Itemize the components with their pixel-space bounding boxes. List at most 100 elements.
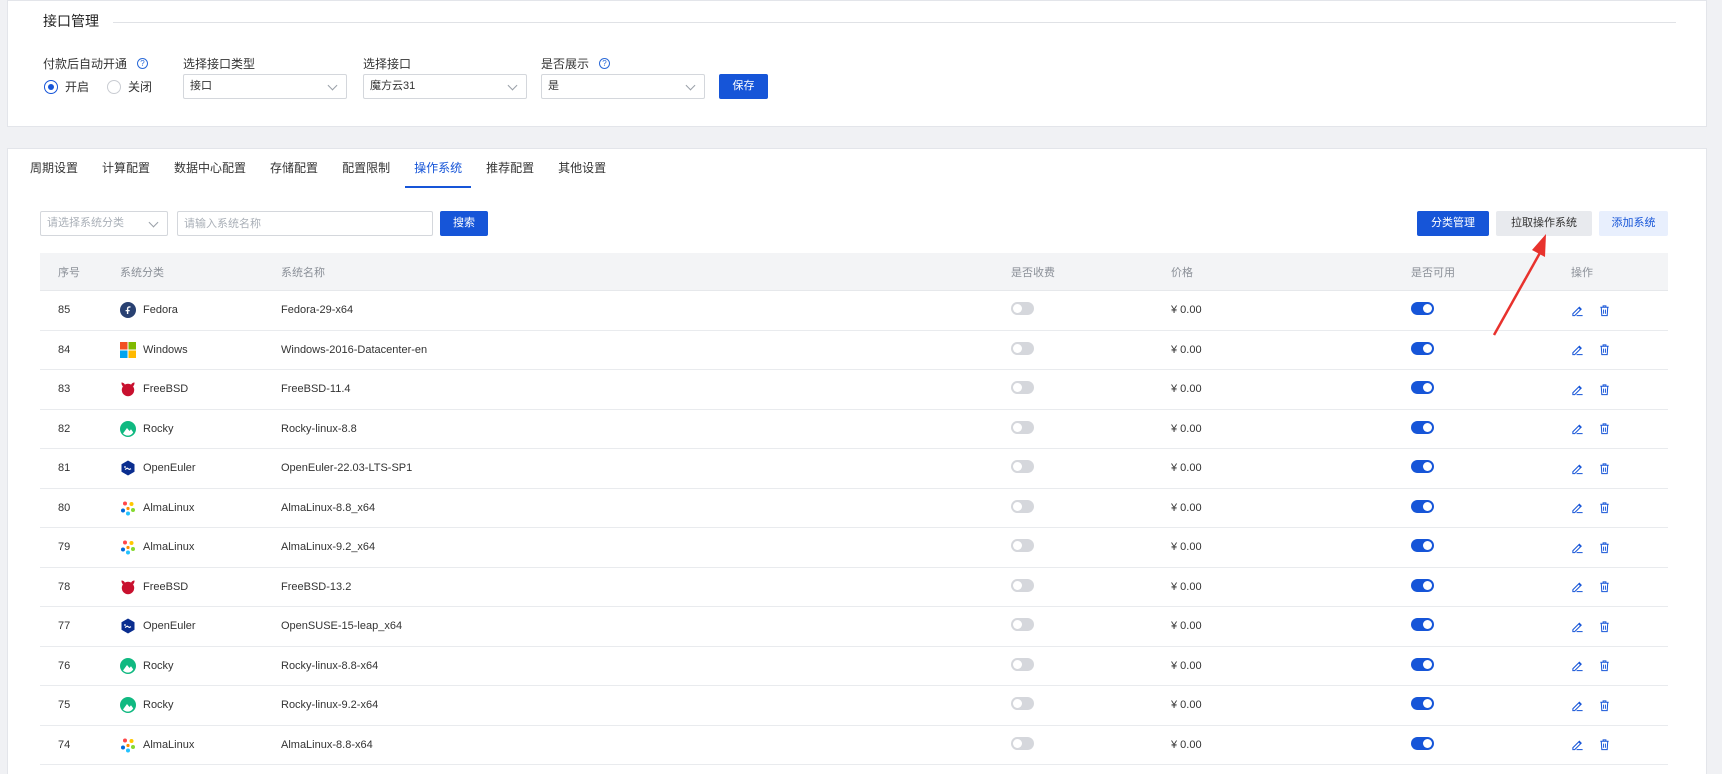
charge-toggle[interactable] [1011, 499, 1034, 513]
row-category: FreeBSD [120, 381, 281, 397]
delete-icon[interactable] [1598, 343, 1611, 356]
charge-toggle[interactable] [1011, 460, 1034, 474]
os-name-search-input[interactable] [177, 211, 433, 236]
delete-icon[interactable] [1598, 383, 1611, 396]
add-os-button[interactable]: 添加系统 [1599, 211, 1668, 236]
available-toggle[interactable] [1411, 657, 1434, 671]
help-icon[interactable]: ? [137, 58, 149, 69]
row-category: OpenEuler [120, 460, 281, 476]
pull-os-button[interactable]: 拉取操作系统 [1496, 211, 1592, 236]
radio-disable[interactable]: 关闭 [107, 78, 152, 95]
delete-icon[interactable] [1598, 580, 1611, 593]
charge-toggle[interactable] [1011, 578, 1034, 592]
edit-icon[interactable] [1571, 699, 1584, 712]
row-actions [1571, 422, 1668, 435]
available-toggle[interactable] [1411, 341, 1434, 355]
save-button[interactable]: 保存 [719, 74, 768, 99]
charge-toggle[interactable] [1011, 302, 1034, 316]
row-category: AlmaLinux [120, 737, 281, 753]
available-toggle[interactable] [1411, 381, 1434, 395]
edit-icon[interactable] [1571, 462, 1584, 475]
delete-icon[interactable] [1598, 501, 1611, 514]
table-row: 75 Rocky Rocky-linux-9.2-x64 ¥ 0.00 [40, 686, 1668, 726]
available-toggle[interactable] [1411, 460, 1434, 474]
row-charge-cell [1011, 302, 1171, 318]
row-id: 76 [58, 659, 71, 672]
row-id: 78 [58, 580, 71, 593]
tab-datacenter[interactable]: 数据中心配置 [165, 149, 255, 187]
row-charge-cell [1011, 578, 1171, 595]
charge-toggle[interactable] [1011, 736, 1034, 750]
available-toggle[interactable] [1411, 697, 1434, 711]
row-available-cell [1411, 539, 1571, 555]
row-charge-cell [1011, 499, 1171, 516]
edit-icon[interactable] [1571, 304, 1584, 317]
delete-icon[interactable] [1598, 620, 1611, 633]
edit-icon[interactable] [1571, 343, 1584, 356]
chevron-down-icon [685, 80, 696, 91]
delete-icon[interactable] [1598, 699, 1611, 712]
delete-icon[interactable] [1598, 422, 1611, 435]
edit-icon[interactable] [1571, 738, 1584, 751]
edit-icon[interactable] [1571, 501, 1584, 514]
available-toggle[interactable] [1411, 736, 1434, 750]
search-button[interactable]: 搜索 [440, 211, 488, 236]
rocky-icon [120, 420, 136, 437]
available-toggle[interactable] [1411, 499, 1434, 513]
available-toggle[interactable] [1411, 420, 1434, 434]
row-available-cell [1411, 499, 1571, 516]
row-id: 79 [58, 541, 71, 554]
charge-toggle[interactable] [1011, 381, 1034, 395]
edit-icon[interactable] [1571, 659, 1584, 672]
row-id: 81 [58, 462, 71, 475]
tab-storage[interactable]: 存储配置 [261, 149, 327, 187]
os-category-select[interactable]: 请选择系统分类 [40, 211, 168, 236]
category-manage-button[interactable]: 分类管理 [1417, 211, 1489, 236]
delete-icon[interactable] [1598, 738, 1611, 751]
display-select[interactable]: 是 [541, 74, 705, 99]
row-actions [1571, 738, 1668, 751]
available-toggle[interactable] [1411, 302, 1434, 316]
tab-os[interactable]: 操作系统 [405, 149, 472, 188]
delete-icon[interactable] [1598, 541, 1611, 554]
row-actions [1571, 620, 1668, 633]
available-toggle[interactable] [1411, 618, 1434, 632]
edit-icon[interactable] [1571, 422, 1584, 435]
help-icon[interactable]: ? [599, 58, 611, 69]
tab-cycle[interactable]: 周期设置 [21, 149, 87, 187]
tab-recommended[interactable]: 推荐配置 [477, 149, 543, 187]
tab-other[interactable]: 其他设置 [549, 149, 615, 187]
header-available: 是否可用 [1411, 266, 1455, 279]
delete-icon[interactable] [1598, 659, 1611, 672]
table-row: 74 AlmaLinux AlmaLinux-8.8-x64 ¥ 0.00 [40, 726, 1668, 765]
available-toggle[interactable] [1411, 578, 1434, 592]
charge-toggle[interactable] [1011, 341, 1034, 355]
edit-icon[interactable] [1571, 620, 1584, 633]
delete-icon[interactable] [1598, 462, 1611, 475]
row-category-label: FreeBSD [143, 383, 189, 396]
charge-toggle[interactable] [1011, 618, 1034, 632]
interface-type-select[interactable]: 接口 [183, 74, 347, 99]
config-panel: 周期设置 计算配置 数据中心配置 存储配置 配置限制 操作系统 推荐配置 其他设… [7, 148, 1707, 774]
row-category: FreeBSD [120, 579, 281, 595]
edit-icon[interactable] [1571, 541, 1584, 554]
charge-toggle[interactable] [1011, 539, 1034, 553]
interface-select[interactable]: 魔方云31 [363, 74, 527, 99]
row-available-cell [1411, 302, 1571, 318]
available-toggle[interactable] [1411, 539, 1434, 553]
row-actions [1571, 304, 1668, 317]
table-row: 83 FreeBSD FreeBSD-11.4 ¥ 0.00 [40, 370, 1668, 410]
row-os-name: Rocky-linux-8.8 [281, 422, 357, 435]
header-category: 系统分类 [120, 266, 164, 279]
edit-icon[interactable] [1571, 383, 1584, 396]
charge-toggle[interactable] [1011, 420, 1034, 434]
freebsd-icon [120, 381, 136, 397]
radio-enable[interactable]: 开启 [44, 78, 89, 95]
tab-compute[interactable]: 计算配置 [93, 149, 159, 187]
charge-toggle[interactable] [1011, 697, 1034, 711]
row-available-cell [1411, 697, 1571, 713]
charge-toggle[interactable] [1011, 657, 1034, 671]
edit-icon[interactable] [1571, 580, 1584, 593]
tab-limits[interactable]: 配置限制 [333, 149, 399, 187]
delete-icon[interactable] [1598, 304, 1611, 317]
